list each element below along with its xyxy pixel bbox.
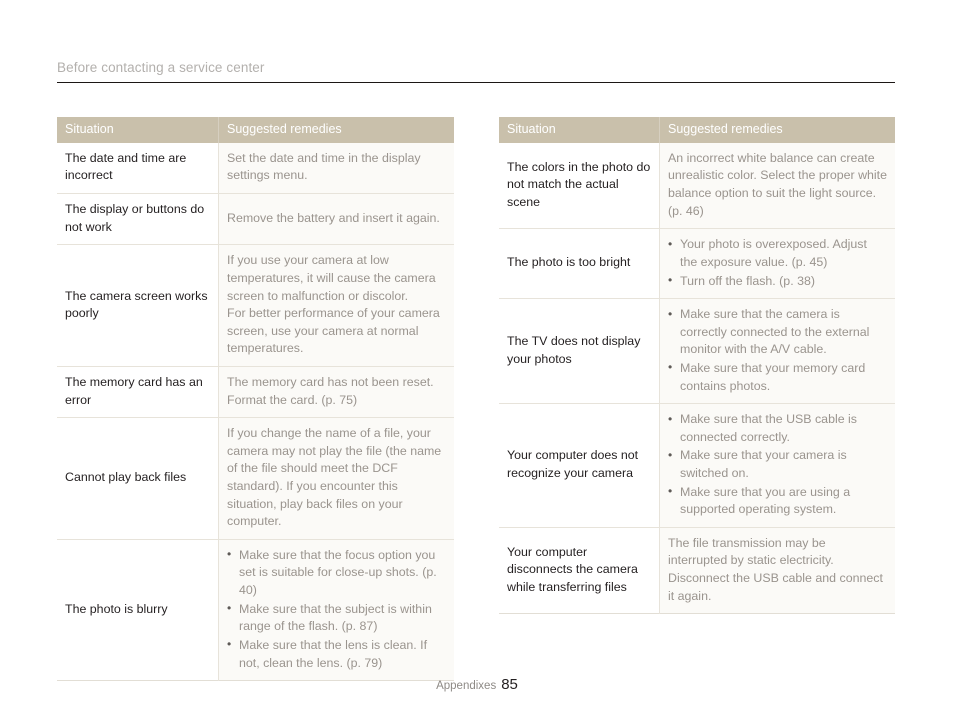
left-table-wrapper: Situation Suggested remedies The date an… xyxy=(57,117,454,682)
header-rule xyxy=(57,82,895,83)
table-row: The display or buttons do not work Remove… xyxy=(57,193,454,245)
table-row: The colors in the photo do not match the… xyxy=(499,142,895,229)
column-header-remedies: Suggested remedies xyxy=(659,117,895,143)
remedy-bullet-text: Your photo is overexposed. Adjust the ex… xyxy=(680,237,867,269)
remedy-bullet-text: Make sure that the focus option you set … xyxy=(239,547,437,598)
left-table: Situation Suggested remedies The date an… xyxy=(57,117,454,682)
page-footer: Appendixes 85 xyxy=(0,676,954,694)
right-table-wrapper: Situation Suggested remedies The colors … xyxy=(499,117,895,615)
situation-cell: The display or buttons do not work xyxy=(57,193,219,245)
remedy-cell: • Your photo is overexposed. Adjust the e… xyxy=(659,228,895,299)
remedy-cell: An incorrect white balance can create un… xyxy=(659,142,895,229)
table-row: The camera screen works poorly If you use… xyxy=(57,244,454,367)
situation-cell: The TV does not display your photos xyxy=(499,298,660,404)
situation-cell: The colors in the photo do not match the… xyxy=(499,142,660,229)
remedy-paragraph: The memory card has not been reset. Form… xyxy=(227,374,434,407)
situation-cell: Cannot play back files xyxy=(57,417,219,540)
remedy-bullet-list: • Make sure that the USB cable is connect… xyxy=(668,411,887,519)
remedy-cell: • Make sure that the camera is correctly … xyxy=(659,298,895,404)
remedy-paragraph: The file transmission may be interrupted… xyxy=(668,535,883,603)
page-header: Before contacting a service center xyxy=(57,60,895,83)
remedy-cell: Set the date and time in the display set… xyxy=(218,142,454,194)
remedy-bullet-item: • Your photo is overexposed. Adjust the e… xyxy=(668,236,887,271)
remedy-bullet-item: • Turn off the flash. (p. 38) xyxy=(668,273,887,291)
left-table-body: The date and time are incorrect Set the d… xyxy=(57,142,454,681)
remedy-cell: The file transmission may be interrupted… xyxy=(659,526,895,614)
remedy-bullet-item: • Make sure that the lens is clean. If no… xyxy=(227,637,446,672)
remedy-bullet-text: Make sure that the USB cable is connecte… xyxy=(680,412,857,444)
table-row: The photo is blurry • Make sure that the f… xyxy=(57,538,454,681)
remedy-bullet-item: • Make sure that your camera is switched … xyxy=(668,447,887,482)
footer-section-label: Appendixes xyxy=(436,680,497,692)
table-row: The photo is too bright • Your photo is ov… xyxy=(499,228,895,299)
situation-cell: The camera screen works poorly xyxy=(57,244,219,367)
remedy-bullet-item: • Make sure that the focus option you set… xyxy=(227,547,446,600)
footer-page-number: 85 xyxy=(501,676,518,693)
situation-cell: The memory card has an error xyxy=(57,365,219,418)
situation-cell: The photo is too bright xyxy=(499,228,660,299)
situation-cell: The photo is blurry xyxy=(57,538,219,681)
bullet-icon: • xyxy=(668,273,673,288)
bullet-icon: • xyxy=(668,484,673,499)
remedy-bullet-item: • Make sure that your memory card contain… xyxy=(668,360,887,395)
column-header-situation: Situation xyxy=(499,117,660,143)
right-table-head: Situation Suggested remedies xyxy=(499,117,895,143)
remedy-paragraph: If you use your camera at low temperatur… xyxy=(227,253,436,303)
column-header-remedies: Suggested remedies xyxy=(218,117,454,143)
right-table-body: The colors in the photo do not match the… xyxy=(499,142,895,614)
remedy-bullet-list: • Make sure that the focus option you set… xyxy=(227,547,446,672)
page-title: Before contacting a service center xyxy=(57,60,265,75)
table-row: Your computer disconnects the camera whi… xyxy=(499,526,895,614)
bullet-icon: • xyxy=(227,547,232,562)
situation-cell: Your computer disconnects the camera whi… xyxy=(499,526,660,614)
table-header-row: Situation Suggested remedies xyxy=(499,117,895,143)
remedy-bullet-list: • Your photo is overexposed. Adjust the e… xyxy=(668,236,887,290)
bullet-icon: • xyxy=(668,306,673,321)
remedy-paragraph: Remove the battery and insert it again. xyxy=(227,210,440,225)
remedy-cell: If you change the name of a file, your c… xyxy=(218,417,454,540)
table-row: Cannot play back files If you change the … xyxy=(57,417,454,540)
situation-cell: Your computer does not recognize your ca… xyxy=(499,403,660,528)
remedy-bullet-text: Make sure that your camera is switched o… xyxy=(680,448,847,481)
bullet-icon: • xyxy=(668,447,673,462)
column-header-situation: Situation xyxy=(57,117,219,143)
table-row: Your computer does not recognize your ca… xyxy=(499,403,895,528)
remedy-bullet-item: • Make sure that the subject is within ra… xyxy=(227,601,446,636)
situation-cell: The date and time are incorrect xyxy=(57,142,219,194)
right-table: Situation Suggested remedies The colors … xyxy=(499,117,895,615)
remedy-bullet-text: Make sure that the lens is clean. If not… xyxy=(239,637,428,670)
remedy-paragraph: An incorrect white balance can create un… xyxy=(668,150,888,218)
remedy-bullet-item: • Make sure that the USB cable is connect… xyxy=(668,411,887,446)
remedy-paragraph: Set the date and time in the display set… xyxy=(227,150,421,183)
remedy-bullet-item: • Make sure that you are using a supporte… xyxy=(668,484,887,519)
bullet-icon: • xyxy=(668,236,673,251)
remedy-bullet-item: • Make sure that the camera is correctly … xyxy=(668,306,887,359)
remedy-cell: • Make sure that the focus option you set… xyxy=(218,538,454,681)
bullet-icon: • xyxy=(668,411,673,426)
remedy-paragraph: If you change the name of a file, your c… xyxy=(227,426,442,529)
remedy-bullet-list: • Make sure that the camera is correctly … xyxy=(668,306,887,395)
bullet-icon: • xyxy=(668,360,673,375)
table-header-row: Situation Suggested remedies xyxy=(57,117,454,143)
remedy-bullet-text: Make sure that your memory card contains… xyxy=(680,360,866,393)
table-row: The TV does not display your photos • Make… xyxy=(499,298,895,404)
manual-page: Before contacting a service center Situa… xyxy=(0,0,954,720)
left-table-head: Situation Suggested remedies xyxy=(57,117,454,143)
bullet-icon: • xyxy=(227,637,232,652)
remedy-bullet-text: Make sure that the camera is correctly c… xyxy=(680,307,870,357)
bullet-icon: • xyxy=(227,601,232,616)
remedy-bullet-text: Make sure that you are using a supported… xyxy=(680,484,851,517)
table-row: The memory card has an error The memory c… xyxy=(57,365,454,418)
remedy-cell: If you use your camera at low temperatur… xyxy=(218,244,454,367)
remedy-bullet-text: Turn off the flash. (p. 38) xyxy=(680,273,815,288)
remedy-cell: Remove the battery and insert it again. xyxy=(218,193,454,245)
remedy-bullet-text: Make sure that the subject is within ran… xyxy=(239,601,432,634)
remedy-cell: • Make sure that the USB cable is connect… xyxy=(659,403,895,528)
remedy-cell: The memory card has not been reset. Form… xyxy=(218,365,454,418)
remedy-paragraph: For better performance of your camera sc… xyxy=(227,306,440,356)
table-row: The date and time are incorrect Set the d… xyxy=(57,142,454,194)
